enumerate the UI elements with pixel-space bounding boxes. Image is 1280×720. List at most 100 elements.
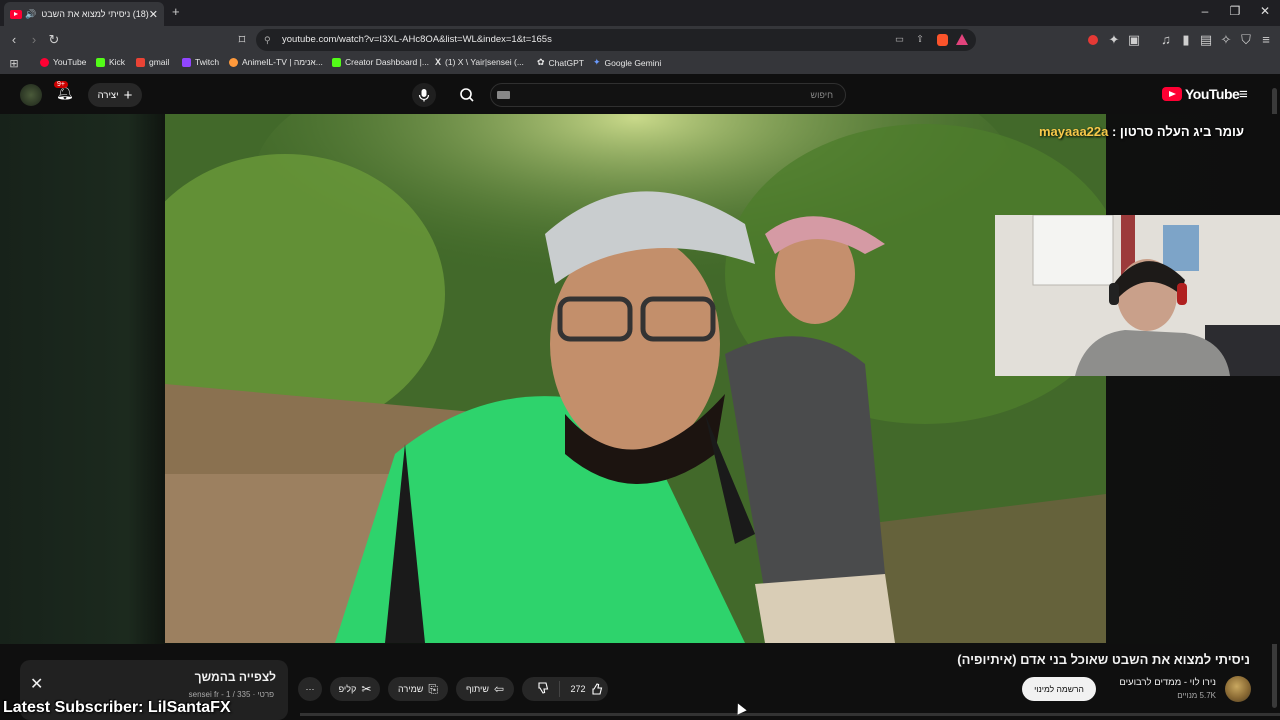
scissors-icon: ✂ [361, 682, 372, 696]
reload-icon[interactable]: ↻ [46, 32, 62, 48]
dislike-icon [538, 682, 549, 694]
youtube-logo[interactable]: YouTube [1162, 86, 1240, 102]
save-label: שמירה [398, 684, 424, 694]
site-settings-icon[interactable]: ⚲ [264, 29, 271, 51]
keyboard-icon[interactable] [497, 91, 510, 99]
url-text: youtube.com/watch?v=I3XL-AHc8OA&list=WL&… [282, 34, 552, 45]
minimize-button[interactable]: – [1190, 4, 1220, 18]
tab-title: (18) ניסיתי למצוא את השבט [41, 9, 149, 19]
address-bar[interactable]: ⚲ youtube.com/watch?v=I3XL-AHc8OA&list=W… [256, 29, 976, 51]
share-label: שיתוף [466, 684, 489, 694]
create-label: יצירה [97, 89, 119, 101]
channel-avatar[interactable] [1225, 676, 1251, 702]
twitch-favicon-icon [182, 57, 191, 67]
like-button[interactable]: 272 [560, 682, 603, 696]
playlist-meta: פרטי · sensei fr - 1 / 335 [188, 690, 274, 699]
dislike-button[interactable] [526, 681, 561, 697]
bookmark-creator-dashboard[interactable]: Creator Dashboard |... [332, 57, 429, 67]
brave-rewards-icon[interactable] [956, 34, 968, 45]
browser-tab-strip: 🔊 (18) ניסיתי למצוא את השבט ✕ + – ❐ ✕ [0, 0, 1280, 26]
guide-menu-icon[interactable]: ≡ [1239, 86, 1248, 103]
apps-grid-icon[interactable]: ⊞ [6, 56, 22, 72]
share-arrow-icon: ⇦ [493, 682, 504, 696]
wallet-icon[interactable]: ▤ [1198, 32, 1214, 48]
close-window-button[interactable]: ✕ [1250, 4, 1280, 18]
gemini-favicon-icon: ✦ [593, 57, 601, 67]
cast-icon[interactable]: ▭ [895, 29, 904, 51]
like-icon [591, 683, 602, 695]
bookmark-gmail[interactable]: gmail [136, 57, 169, 67]
create-button[interactable]: יצירה + [88, 83, 142, 107]
tab-close-icon[interactable]: ✕ [149, 8, 158, 21]
chatgpt-favicon-icon: ✿ [537, 57, 545, 67]
youtube-masthead: 🔔︎ 9+ יצירה + חיפוש YouTube ≡ [0, 76, 1280, 114]
bookmark-twitch[interactable]: Twitch [182, 57, 219, 67]
streamer-webcam [995, 215, 1280, 376]
channel-info[interactable]: נירו לוי - ממדים לרבועים 5.7K מנויים [1119, 677, 1216, 700]
playlist-title[interactable]: לצפייה בהמשך [195, 670, 276, 684]
browser-menu-icon[interactable]: ≡ [1258, 32, 1274, 48]
bookmark-chatgpt[interactable]: ✿ ChatGPT [537, 57, 584, 68]
like-dislike-group: 272 [522, 677, 608, 701]
bookmark-x[interactable]: X (1) X \ Yair|sensei (... [435, 57, 524, 67]
youtube-play-logo-icon [1162, 87, 1182, 101]
bookmark-youtube[interactable]: YouTube [40, 57, 86, 67]
new-tab-button[interactable]: + [172, 4, 180, 19]
voice-search-button[interactable] [412, 83, 436, 107]
clip-button[interactable]: קליפ ✂ [330, 677, 380, 701]
extension-red-icon[interactable] [1088, 35, 1098, 45]
video-player[interactable] [165, 114, 1106, 643]
account-avatar[interactable] [20, 84, 42, 106]
share-icon[interactable]: ⇪ [916, 29, 924, 51]
stream-alert-username: mayaaa22a [1038, 124, 1109, 139]
kick-favicon-icon [96, 57, 105, 67]
like-count: 272 [570, 684, 586, 694]
subscribe-button[interactable]: הרשמה למינוי [1022, 677, 1096, 701]
bookmark-animeil[interactable]: AnimeIL-TV | אנימה... [229, 57, 323, 67]
youtube-favicon-icon [10, 9, 22, 19]
gmail-favicon-icon [136, 57, 145, 67]
microphone-icon [418, 89, 430, 102]
kick-favicon-icon [332, 57, 341, 67]
animeil-favicon-icon [229, 57, 238, 67]
page-progress-bar [300, 713, 1280, 716]
more-actions-button[interactable]: ··· [298, 677, 322, 701]
channel-name[interactable]: נירו לוי - ממדים לרבועים [1119, 677, 1216, 688]
more-icon: ··· [305, 684, 315, 694]
maximize-button[interactable]: ❐ [1220, 4, 1250, 18]
youtube-favicon-icon [40, 57, 49, 67]
clip-label: קליפ [338, 684, 357, 694]
video-title: ניסיתי למצוא את השבט שאוכל בני אדם (איתי… [957, 652, 1250, 667]
latest-subscriber-overlay: Latest Subscriber: LilSantaFX [3, 699, 231, 716]
search-button[interactable] [454, 84, 480, 106]
notifications-button[interactable]: 🔔︎ 9+ [54, 81, 78, 106]
notification-count-badge: 9+ [54, 81, 68, 88]
search-input[interactable]: חיפוש [490, 83, 846, 107]
search-placeholder: חיפוש [810, 90, 833, 100]
brave-shield-icon[interactable] [937, 34, 948, 46]
webcam-scene [995, 215, 1280, 376]
playlist-close-icon[interactable]: ✕ [30, 674, 43, 694]
bookmark-kick[interactable]: Kick [96, 57, 125, 67]
audio-icon[interactable]: 🔊 [25, 9, 36, 20]
stream-alert-text: עומר ביג העלה סרטון : mayaaa22a [1039, 124, 1244, 139]
stream-alert-message: עומר ביג העלה סרטון : [1108, 124, 1244, 139]
back-icon[interactable]: ‹ [6, 32, 22, 48]
bookmark-page-icon[interactable]: ⌑ [234, 32, 250, 48]
subscriber-count: 5.7K מנויים [1177, 691, 1216, 700]
extensions-puzzle-icon[interactable]: ✦ [1106, 32, 1122, 48]
bookmark-gemini[interactable]: ✦ Google Gemini [593, 57, 661, 68]
vpn-shield-icon[interactable]: ⛉ [1238, 32, 1254, 48]
browser-tab-active[interactable]: 🔊 (18) ניסיתי למצוא את השבט ✕ [4, 2, 164, 26]
share-button[interactable]: שיתוף ⇦ [456, 677, 514, 701]
media-music-icon[interactable]: ♫ [1158, 32, 1174, 48]
bookmarks-bar: ⊞ YouTube Kick gmail Twitch AnimeIL-TV |… [0, 54, 1280, 74]
leo-ai-icon[interactable]: ✧ [1218, 32, 1234, 48]
sidebar-toggle-icon[interactable]: ▮ [1178, 32, 1194, 48]
forward-icon[interactable]: › [26, 32, 42, 48]
extension-box-icon[interactable]: ▣ [1126, 32, 1142, 48]
bookmark-icon: ⎘ [428, 681, 438, 696]
save-button[interactable]: שמירה ⎘ [388, 677, 448, 701]
browser-toolbar: ‹ › ↻ ⌑ ⚲ youtube.com/watch?v=I3XL-AHc8O… [0, 26, 1280, 54]
search-icon [460, 88, 474, 102]
